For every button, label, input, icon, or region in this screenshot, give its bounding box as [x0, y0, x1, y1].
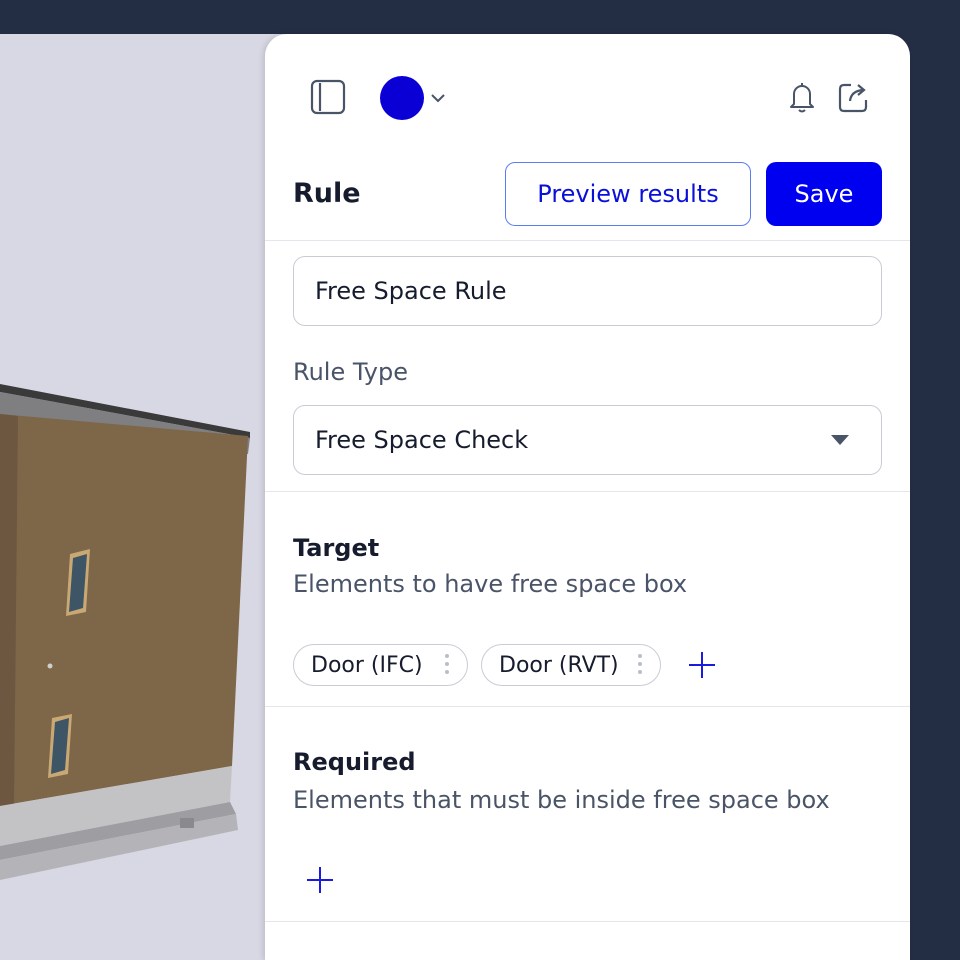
rule-type-select[interactable]: Free Space Check: [293, 405, 882, 475]
chevron-down-icon: [431, 94, 445, 103]
model-viewport[interactable]: [0, 34, 300, 960]
target-chip[interactable]: Door (RVT): [481, 644, 661, 686]
rule-type-value: Free Space Check: [315, 426, 529, 454]
add-required-plus-icon[interactable]: [305, 865, 335, 895]
sidebar-toggle-icon[interactable]: [309, 78, 347, 116]
account-menu[interactable]: [377, 76, 449, 120]
rule-title-row: Rule Preview results Save: [265, 162, 910, 242]
page-title: Rule: [293, 178, 361, 209]
target-section-description: Elements to have free space box: [293, 570, 688, 598]
more-options-icon[interactable]: [638, 654, 642, 674]
required-section-description: Elements that must be inside free space …: [293, 786, 830, 814]
chip-label: Door (RVT): [499, 652, 619, 678]
save-button[interactable]: Save: [766, 162, 882, 226]
bell-icon[interactable]: [783, 78, 821, 116]
rule-name-input[interactable]: Free Space Rule: [293, 256, 882, 326]
divider: [265, 706, 910, 707]
avatar: [380, 76, 424, 120]
divider: [265, 491, 910, 492]
preview-results-button[interactable]: Preview results: [505, 162, 751, 226]
building-model: [0, 384, 250, 880]
divider: [265, 240, 910, 241]
add-target-plus-icon[interactable]: [687, 650, 717, 680]
required-section-title: Required: [293, 748, 416, 776]
chip-label: Door (IFC): [311, 652, 423, 678]
caret-down-icon: [831, 435, 849, 445]
more-options-icon[interactable]: [445, 654, 449, 674]
target-chip[interactable]: Door (IFC): [293, 644, 468, 686]
target-section-title: Target: [293, 534, 380, 562]
divider: [265, 921, 910, 922]
panel-header: [265, 34, 910, 162]
rule-editor-panel: Rule Preview results Save Free Space Rul…: [265, 34, 910, 960]
share-icon[interactable]: [835, 78, 873, 116]
rule-type-label: Rule Type: [293, 358, 408, 386]
